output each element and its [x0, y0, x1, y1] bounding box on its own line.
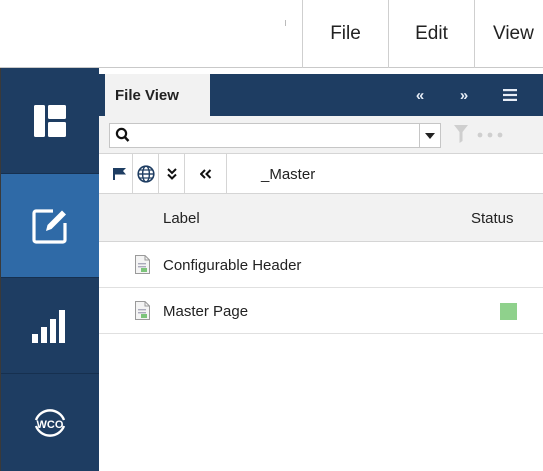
- filter-icon[interactable]: [454, 125, 468, 143]
- page-document-icon: [135, 301, 150, 320]
- column-header-status[interactable]: Status: [471, 194, 514, 242]
- svg-text:WCO: WCO: [37, 419, 64, 431]
- search-row: [99, 116, 543, 154]
- collapse-left-icon[interactable]: «: [405, 74, 435, 116]
- table-header: Label Status: [99, 194, 543, 242]
- column-header-label[interactable]: Label: [163, 194, 200, 242]
- search-box: [109, 123, 432, 148]
- more-options-icon[interactable]: [477, 132, 503, 138]
- double-chevron-down-icon: [166, 168, 177, 180]
- menu-bar: File Edit View: [0, 0, 543, 68]
- double-chevron-left-icon: [199, 169, 211, 179]
- expand-right-icon[interactable]: »: [449, 74, 479, 116]
- row-label: Configurable Header: [163, 256, 302, 274]
- table-row[interactable]: Configurable Header: [99, 242, 543, 288]
- row-label: Master Page: [163, 302, 249, 320]
- breadcrumb[interactable]: _Master: [261, 154, 315, 194]
- table-row[interactable]: Master Page: [99, 288, 543, 334]
- menu-view[interactable]: View: [474, 0, 543, 68]
- panel-tab-bar: File View « »: [99, 74, 543, 116]
- rail-stats-button[interactable]: [1, 278, 99, 374]
- status-indicator: [500, 303, 517, 320]
- globe-button[interactable]: [133, 154, 159, 194]
- toolbar-row: _Master: [99, 154, 543, 194]
- menu-file[interactable]: File: [302, 0, 388, 68]
- flag-icon: [112, 168, 126, 180]
- chevron-down-icon: [425, 132, 435, 139]
- menu-edit[interactable]: Edit: [388, 0, 474, 68]
- wco-logo-icon: WCO: [34, 408, 66, 437]
- rail-wco-button[interactable]: WCO: [1, 374, 99, 471]
- flag-button[interactable]: [107, 154, 133, 194]
- back-button[interactable]: [185, 154, 227, 194]
- edit-pencil-icon: [32, 208, 67, 244]
- rail-edit-button[interactable]: [1, 174, 99, 278]
- globe-icon: [136, 165, 155, 183]
- search-input[interactable]: [132, 124, 407, 147]
- layout-panels-icon: [34, 104, 66, 137]
- menubar-divider: [285, 20, 286, 26]
- signal-bars-icon: [32, 309, 65, 343]
- hamburger-menu-icon[interactable]: [495, 74, 525, 116]
- left-rail: WCO: [1, 68, 99, 471]
- rail-layout-button[interactable]: [1, 68, 99, 174]
- file-view-panel: File View « » _Master Label Status Confi…: [99, 68, 543, 471]
- tab-file-view[interactable]: File View: [105, 74, 210, 116]
- page-document-icon: [135, 255, 150, 274]
- expand-all-button[interactable]: [159, 154, 185, 194]
- search-dropdown-button[interactable]: [419, 123, 441, 148]
- search-icon: [115, 127, 130, 142]
